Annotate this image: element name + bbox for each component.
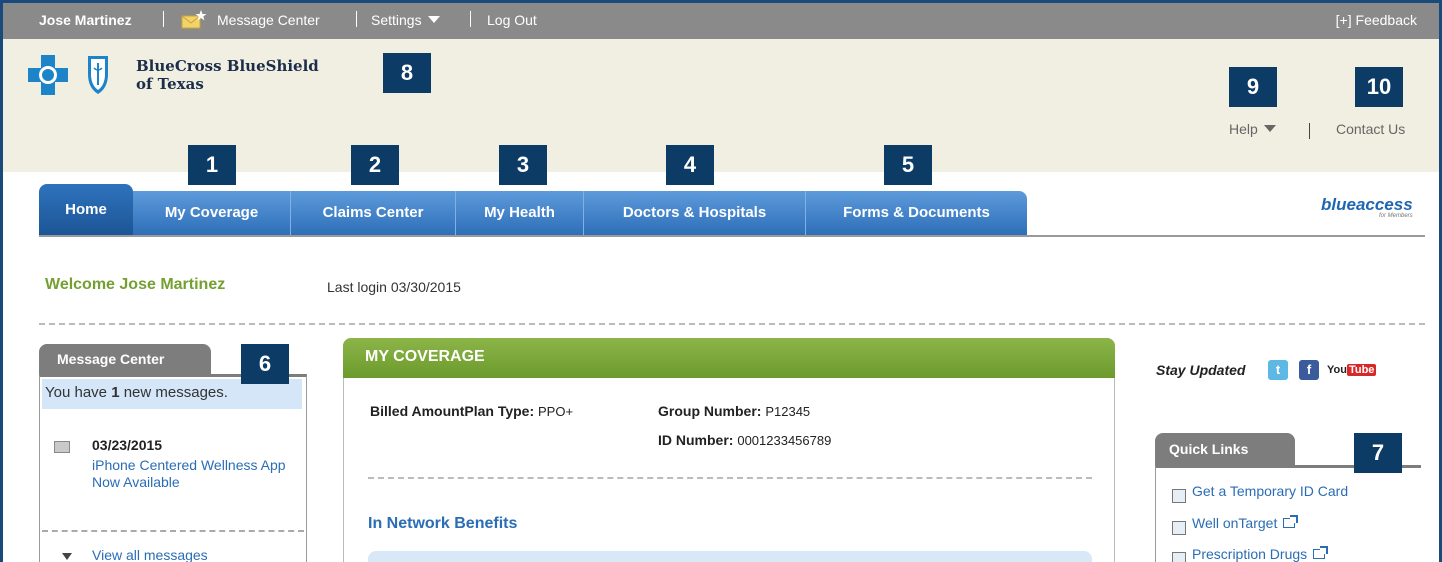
divider bbox=[356, 11, 357, 27]
twitter-icon[interactable]: t bbox=[1268, 360, 1288, 380]
callout-3: 3 bbox=[499, 145, 547, 185]
callout-2: 2 bbox=[351, 145, 399, 185]
callout-1: 1 bbox=[188, 145, 236, 185]
tab-my-coverage[interactable]: My Coverage bbox=[133, 191, 291, 235]
quick-link-prescription-drugs[interactable]: Prescription Drugs bbox=[1192, 546, 1329, 562]
message-center-link[interactable]: Message Center bbox=[217, 12, 320, 28]
chevron-down-icon bbox=[427, 16, 440, 23]
in-network-benefits-heading: In Network Benefits bbox=[368, 515, 518, 532]
group-number-value: P12345 bbox=[765, 404, 811, 419]
callout-8: 8 bbox=[383, 53, 431, 93]
tab-forms-documents[interactable]: Forms & Documents bbox=[806, 191, 1027, 235]
view-all-messages-link[interactable]: View all messages bbox=[92, 547, 208, 562]
id-card-icon bbox=[1172, 489, 1186, 503]
group-number: Group Number: P12345 bbox=[658, 403, 810, 419]
external-link-icon bbox=[1313, 546, 1329, 559]
id-number: ID Number: 0001233456789 bbox=[658, 432, 831, 448]
triangle-down-icon bbox=[62, 553, 72, 560]
quick-link-temp-id-card[interactable]: Get a Temporary ID Card bbox=[1192, 483, 1348, 499]
facebook-icon[interactable]: f bbox=[1299, 360, 1319, 380]
bcbs-logo[interactable] bbox=[28, 54, 128, 99]
divider bbox=[1309, 123, 1310, 139]
dotted-divider bbox=[42, 530, 304, 532]
message-envelope-icon[interactable] bbox=[181, 9, 207, 32]
tab-my-health[interactable]: My Health bbox=[456, 191, 584, 235]
brand-line-2: of Texas bbox=[136, 75, 204, 93]
callout-10: 10 bbox=[1355, 67, 1403, 107]
my-coverage-title: MY COVERAGE bbox=[343, 338, 1115, 378]
callout-7: 7 bbox=[1354, 433, 1402, 473]
stay-updated-label: Stay Updated bbox=[1156, 362, 1246, 378]
dotted-divider bbox=[368, 477, 1092, 479]
youtube-you: You bbox=[1327, 364, 1347, 376]
id-number-value: 0001233456789 bbox=[737, 433, 832, 448]
settings-label: Settings bbox=[371, 12, 422, 28]
youtube-tube: Tube bbox=[1346, 364, 1377, 376]
brand-line-1: BlueCross BlueShield bbox=[136, 57, 319, 75]
message-center-body: You have 1 new messages. 03/23/2015 iPho… bbox=[39, 374, 307, 562]
feedback-link[interactable]: [+] Feedback bbox=[1336, 12, 1417, 28]
youtube-icon[interactable]: You Tube bbox=[1327, 363, 1377, 383]
notice-prefix: You have bbox=[45, 384, 112, 401]
tab-claims-center[interactable]: Claims Center bbox=[291, 191, 456, 235]
message-center-title: Message Center bbox=[39, 344, 211, 374]
blue-shield-icon bbox=[88, 56, 108, 94]
my-coverage-panel: MY COVERAGE Billed AmountPlan Type: PPO+… bbox=[343, 338, 1115, 562]
blueaccess-logo: blueaccess for Members bbox=[1321, 195, 1413, 219]
welcome-greeting: Welcome Jose Martinez bbox=[45, 276, 226, 293]
blue-cross-icon bbox=[28, 55, 68, 95]
callout-5: 5 bbox=[884, 145, 932, 185]
help-label: Help bbox=[1229, 121, 1258, 137]
notice-suffix: new messages. bbox=[119, 384, 228, 401]
brand-name: BlueCross BlueShield of Texas bbox=[136, 57, 319, 93]
page-frame: Jose Martinez Message Center Settings Lo… bbox=[0, 0, 1442, 562]
external-link-icon bbox=[1283, 515, 1299, 528]
top-utility-bar: Jose Martinez Message Center Settings Lo… bbox=[3, 3, 1439, 39]
quick-links-body: Get a Temporary ID Card Well onTarget Pr… bbox=[1155, 465, 1421, 562]
tab-home[interactable]: Home bbox=[39, 184, 133, 235]
quick-link-label: Well onTarget bbox=[1192, 515, 1278, 531]
checklist-icon bbox=[1172, 521, 1186, 535]
group-number-label: Group Number: bbox=[658, 403, 762, 419]
id-number-label: ID Number: bbox=[658, 432, 734, 448]
help-menu[interactable]: Help bbox=[1229, 121, 1276, 137]
message-date: 03/23/2015 bbox=[92, 437, 163, 453]
contact-us-link[interactable]: Contact Us bbox=[1336, 121, 1405, 137]
plan-type: Billed AmountPlan Type: PPO+ bbox=[370, 403, 573, 419]
divider bbox=[470, 11, 471, 27]
chevron-down-icon bbox=[1263, 125, 1276, 132]
dotted-divider bbox=[39, 323, 1425, 325]
message-count: 1 bbox=[111, 384, 120, 401]
user-name: Jose Martinez bbox=[39, 12, 132, 28]
tab-doctors-hospitals[interactable]: Doctors & Hospitals bbox=[584, 191, 806, 235]
settings-menu[interactable]: Settings bbox=[371, 12, 440, 28]
logout-link[interactable]: Log Out bbox=[487, 12, 537, 28]
plan-type-value: PPO+ bbox=[538, 404, 574, 419]
last-login-text: Last login 03/30/2015 bbox=[327, 279, 461, 295]
main-nav: Home My Coverage Claims Center My Health… bbox=[39, 184, 1027, 235]
pill-icon bbox=[1172, 552, 1186, 562]
nav-underline bbox=[39, 235, 1425, 237]
benefits-row bbox=[368, 551, 1092, 562]
quick-link-well-ontarget[interactable]: Well onTarget bbox=[1192, 515, 1299, 531]
quick-link-label: Prescription Drugs bbox=[1192, 546, 1308, 562]
message-link[interactable]: iPhone Centered Wellness App Now Availab… bbox=[92, 457, 292, 491]
callout-6: 6 bbox=[241, 344, 289, 384]
callout-9: 9 bbox=[1229, 67, 1277, 107]
message-icon bbox=[54, 441, 70, 453]
blueaccess-logo-text: blueaccess bbox=[1321, 195, 1413, 214]
plan-type-label: Billed AmountPlan Type: bbox=[370, 403, 535, 419]
quick-links-title: Quick Links bbox=[1155, 433, 1295, 465]
callout-4: 4 bbox=[666, 145, 714, 185]
divider bbox=[163, 11, 164, 27]
